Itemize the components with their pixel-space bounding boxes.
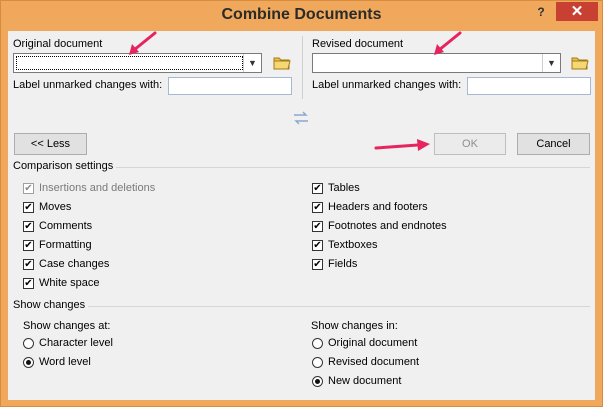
show-changes-heading: Show changes — [13, 299, 86, 311]
revised-label-unmarked-input[interactable] — [467, 77, 591, 95]
ok-button[interactable]: OK — [434, 133, 506, 155]
checkbox-box: ✔ — [23, 220, 34, 232]
checkbox-box: ✔ — [23, 239, 34, 251]
comparison-settings-heading: Comparison settings — [13, 160, 114, 172]
radio-dot — [312, 337, 323, 349]
original-label-unmarked-input[interactable] — [168, 77, 292, 95]
radio-dot — [312, 356, 323, 368]
comments-checkbox[interactable]: ✔ Comments — [23, 218, 92, 234]
checkbox-box: ✔ — [312, 201, 323, 213]
less-button[interactable]: << Less — [14, 133, 87, 155]
checkbox-box: ✔ — [23, 201, 34, 213]
dialog-body: Original document ▼ Label unmarked chang… — [8, 31, 595, 400]
chevron-down-icon[interactable]: ▼ — [542, 54, 560, 72]
fields-checkbox[interactable]: ✔ Fields — [312, 256, 357, 272]
new-document-radio[interactable]: New document — [312, 373, 401, 389]
original-document-radio[interactable]: Original document — [312, 335, 417, 351]
close-button[interactable]: ✕ — [556, 2, 598, 21]
checkbox-box: ✔ — [312, 220, 323, 232]
checkbox-box: ✔ — [23, 182, 34, 194]
folder-icon — [273, 57, 291, 70]
original-document-input[interactable] — [16, 56, 243, 70]
annotation-arrow-icon — [434, 31, 462, 55]
open-folder-icon[interactable] — [571, 55, 589, 71]
footnotes-endnotes-checkbox[interactable]: ✔ Footnotes and endnotes — [312, 218, 447, 234]
original-document-label: Original document — [13, 38, 103, 50]
swap-documents-icon[interactable] — [293, 111, 309, 128]
checkbox-box: ✔ — [312, 258, 323, 270]
radio-dot — [312, 375, 323, 387]
open-folder-icon[interactable] — [273, 55, 291, 71]
character-level-radio[interactable]: Character level — [23, 335, 113, 351]
checkbox-box: ✔ — [23, 258, 34, 270]
radio-dot — [23, 356, 34, 368]
section-divider — [88, 306, 590, 307]
annotation-arrow-icon — [374, 139, 430, 151]
combine-documents-dialog: Combine Documents ? ✕ Original document … — [0, 0, 603, 407]
original-label-unmarked-text: Label unmarked changes with: — [13, 79, 163, 91]
formatting-checkbox[interactable]: ✔ Formatting — [23, 237, 92, 253]
white-space-checkbox[interactable]: ✔ White space — [23, 275, 100, 291]
case-changes-checkbox[interactable]: ✔ Case changes — [23, 256, 109, 272]
textboxes-checkbox[interactable]: ✔ Textboxes — [312, 237, 378, 253]
cancel-button[interactable]: Cancel — [517, 133, 590, 155]
section-divider — [116, 167, 590, 168]
moves-checkbox[interactable]: ✔ Moves — [23, 199, 71, 215]
insertions-deletions-checkbox[interactable]: ✔ Insertions and deletions — [23, 180, 155, 196]
revised-document-radio[interactable]: Revised document — [312, 354, 419, 370]
dialog-title: Combine Documents — [221, 6, 382, 23]
show-changes-in-label: Show changes in: — [311, 320, 398, 332]
chevron-down-icon[interactable]: ▼ — [243, 54, 261, 72]
revised-label-unmarked-text: Label unmarked changes with: — [312, 79, 462, 91]
checkbox-box: ✔ — [312, 239, 323, 251]
headers-footers-checkbox[interactable]: ✔ Headers and footers — [312, 199, 428, 215]
show-changes-at-label: Show changes at: — [23, 320, 111, 332]
tables-checkbox[interactable]: ✔ Tables — [312, 180, 360, 196]
help-button[interactable]: ? — [530, 3, 552, 21]
annotation-arrow-icon — [129, 31, 157, 55]
checkbox-box: ✔ — [312, 182, 323, 194]
folder-icon — [571, 57, 589, 70]
revised-document-label: Revised document — [312, 38, 404, 50]
checkbox-box: ✔ — [23, 277, 34, 289]
title-bar: Combine Documents ? ✕ — [1, 1, 602, 31]
word-level-radio[interactable]: Word level — [23, 354, 91, 370]
vertical-divider — [302, 36, 303, 99]
radio-dot — [23, 337, 34, 349]
